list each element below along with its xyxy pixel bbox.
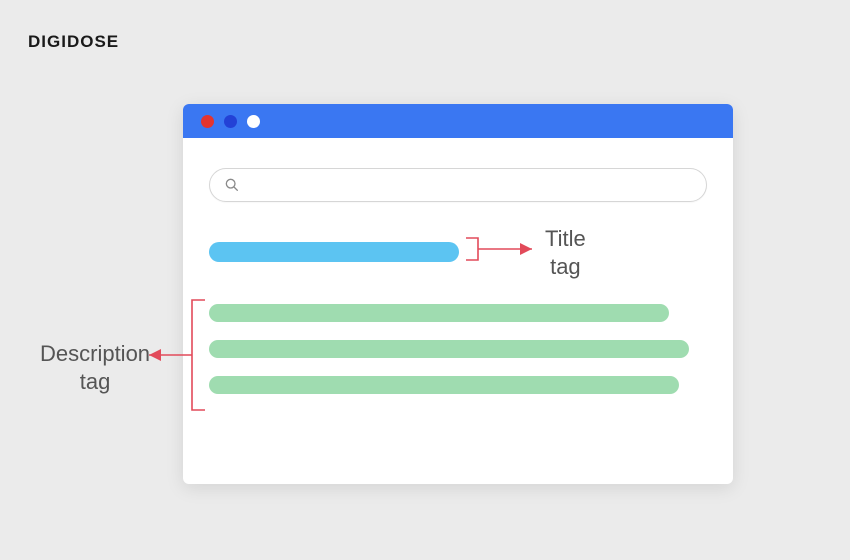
desc-line xyxy=(209,340,689,358)
title-tag-label: Title tag xyxy=(545,225,586,280)
maximize-icon[interactable] xyxy=(247,115,260,128)
minimize-icon[interactable] xyxy=(224,115,237,128)
close-icon[interactable] xyxy=(201,115,214,128)
result-title-placeholder xyxy=(209,242,459,262)
search-result xyxy=(183,202,733,394)
desc-line xyxy=(209,376,679,394)
desc-arrow-head-icon xyxy=(149,349,161,361)
description-tag-label: Description tag xyxy=(40,340,150,395)
search-icon xyxy=(224,177,240,193)
window-title-bar xyxy=(183,104,733,138)
result-description-placeholder xyxy=(209,304,707,394)
browser-window xyxy=(183,104,733,484)
brand-logo: DIGIDOSE xyxy=(28,32,119,52)
search-input[interactable] xyxy=(209,168,707,202)
desc-line xyxy=(209,304,669,322)
